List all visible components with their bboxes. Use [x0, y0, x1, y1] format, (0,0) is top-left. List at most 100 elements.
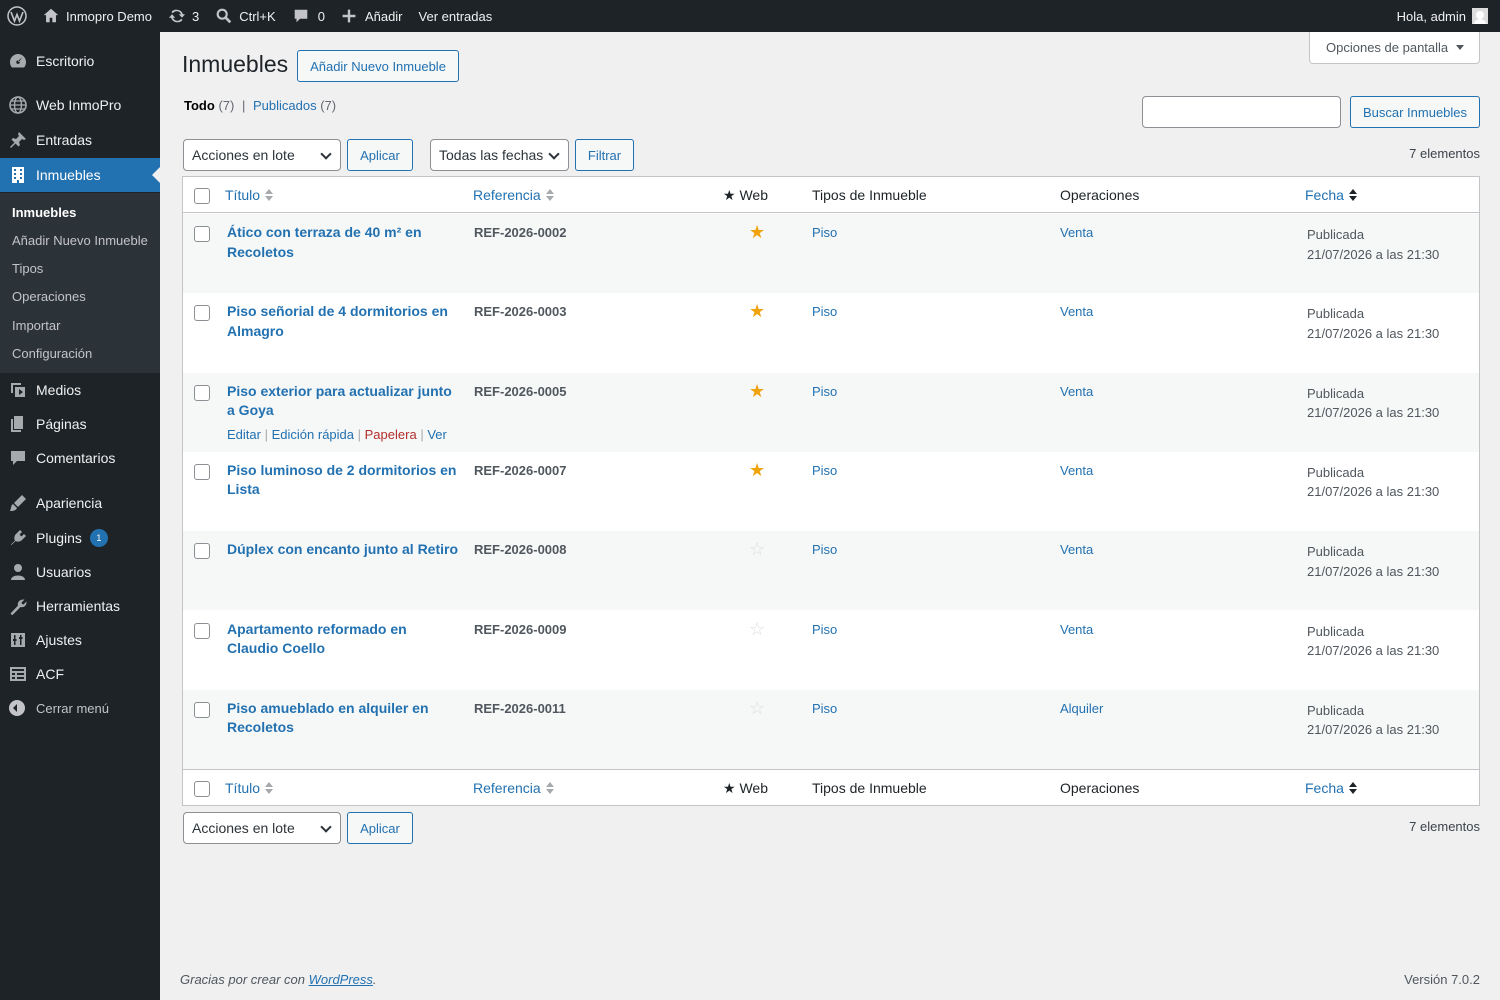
admin-bar: Inmopro Demo 3 Ctrl+K 0 Añadir Ver entra…: [0, 0, 1500, 32]
submenu-add-new[interactable]: Añadir Nuevo Inmueble: [12, 233, 148, 248]
collapse-menu-button[interactable]: Cerrar menú: [0, 691, 160, 725]
bulk-actions-value: Acciones en lote: [192, 820, 295, 836]
comments-link[interactable]: 0: [284, 0, 333, 32]
submenu-configuracion[interactable]: Configuración: [12, 346, 92, 361]
row-checkbox[interactable]: [194, 384, 210, 401]
submenu-tipos[interactable]: Tipos: [12, 261, 43, 276]
row-checkbox[interactable]: [194, 543, 210, 560]
column-date-footer[interactable]: Fecha: [1305, 780, 1357, 796]
menu-item-comentarios[interactable]: Comentarios: [0, 441, 160, 475]
row-title-link[interactable]: Piso señorial de 4 dormitorios en Almagr…: [227, 302, 459, 341]
footer-period: .: [372, 972, 377, 987]
row-title-link[interactable]: Apartamento reformado en Claudio Coello: [227, 620, 459, 659]
trash-link[interactable]: Papelera: [365, 427, 417, 442]
row-operation-link[interactable]: Venta: [1060, 304, 1093, 319]
search-input[interactable]: [1142, 96, 1341, 128]
submenu-importar[interactable]: Importar: [12, 318, 60, 333]
view-link[interactable]: Ver: [427, 427, 447, 442]
wordpress-link[interactable]: WordPress: [309, 972, 373, 987]
wordpress-logo-icon[interactable]: [0, 0, 34, 32]
menu-item-usuarios[interactable]: Usuarios: [0, 555, 160, 589]
menu-label: Páginas: [36, 416, 87, 432]
filter-all-link[interactable]: Todo: [184, 98, 215, 113]
apply-button-bottom[interactable]: Aplicar: [347, 812, 413, 844]
search-inmuebles-button[interactable]: Buscar Inmuebles: [1350, 96, 1480, 128]
bulk-actions-select-top[interactable]: Acciones en lote: [183, 139, 341, 171]
menu-item-web-inmopro[interactable]: Web InmoPro: [0, 88, 160, 122]
menu-label: Web InmoPro: [36, 97, 122, 113]
row-checkbox[interactable]: [194, 622, 210, 639]
row-type-link[interactable]: Piso: [812, 701, 837, 716]
updates-link[interactable]: 3: [160, 0, 207, 32]
submenu-inmuebles[interactable]: Inmuebles: [12, 205, 76, 220]
date-filter-select[interactable]: Todas las fechas: [430, 139, 569, 171]
unfeatured-star-icon[interactable]: ☆: [749, 620, 765, 638]
row-type-link[interactable]: Piso: [812, 384, 837, 399]
row-type-link[interactable]: Piso: [812, 225, 837, 240]
row-title-link[interactable]: Piso amueblado en alquiler en Recoletos: [227, 699, 459, 738]
menu-item-entradas[interactable]: Entradas: [0, 123, 160, 157]
view-posts-link[interactable]: Ver entradas: [411, 0, 501, 32]
apply-button-top[interactable]: Aplicar: [347, 139, 413, 171]
row-checkbox[interactable]: [194, 701, 210, 718]
row-operation-link[interactable]: Alquiler: [1060, 701, 1103, 716]
bulk-actions-select-bottom[interactable]: Acciones en lote: [183, 812, 341, 844]
menu-item-paginas[interactable]: Páginas: [0, 407, 160, 441]
site-name-link[interactable]: Inmopro Demo: [34, 0, 160, 32]
row-operation-link[interactable]: Venta: [1060, 225, 1093, 240]
menu-item-dashboard[interactable]: Escritorio: [0, 44, 160, 78]
row-operation-link[interactable]: Venta: [1060, 463, 1093, 478]
column-reference-footer[interactable]: Referencia: [473, 780, 554, 796]
submenu-operaciones[interactable]: Operaciones: [12, 289, 86, 304]
menu-item-plugins[interactable]: Plugins 1: [0, 521, 160, 555]
add-new-link[interactable]: Añadir: [333, 0, 411, 32]
filter-published-link[interactable]: Publicados: [253, 98, 317, 113]
menu-item-apariencia[interactable]: Apariencia: [0, 486, 160, 520]
featured-star-icon[interactable]: ★: [749, 461, 765, 479]
row-operation-link[interactable]: Venta: [1060, 622, 1093, 637]
row-type-link[interactable]: Piso: [812, 463, 837, 478]
row-title-link[interactable]: Ático con terraza de 40 m² en Recoletos: [227, 223, 459, 262]
edit-link[interactable]: Editar: [227, 427, 261, 442]
select-all-checkbox-bottom[interactable]: [194, 781, 210, 797]
column-date-header[interactable]: Fecha: [1305, 187, 1357, 203]
menu-label: Entradas: [36, 132, 93, 148]
select-all-checkbox[interactable]: [194, 188, 210, 204]
filter-button[interactable]: Filtrar: [575, 139, 634, 171]
featured-star-icon[interactable]: ★: [749, 223, 765, 241]
add-new-inmueble-button[interactable]: Añadir Nuevo Inmueble: [297, 50, 459, 82]
quick-edit-link[interactable]: Edición rápida: [272, 427, 354, 442]
column-title-footer[interactable]: Título: [225, 780, 274, 796]
featured-star-icon[interactable]: ★: [749, 302, 765, 320]
menu-item-herramientas[interactable]: Herramientas: [0, 589, 160, 623]
home-icon: [43, 8, 59, 23]
column-reference-header[interactable]: Referencia: [473, 187, 554, 203]
my-account-link[interactable]: Hola, admin: [1389, 0, 1500, 32]
row-reference: REF-2026-0005: [474, 383, 567, 399]
row-title-link[interactable]: Piso exterior para actualizar junto a Go…: [227, 382, 459, 421]
row-title-link[interactable]: Piso luminoso de 2 dormitorios en Lista: [227, 461, 459, 500]
menu-item-acf[interactable]: ACF: [0, 657, 160, 691]
screen-options-button[interactable]: Opciones de pantalla: [1309, 32, 1480, 64]
row-checkbox[interactable]: [194, 305, 210, 322]
menu-item-medios[interactable]: Medios: [0, 373, 160, 407]
column-title-header[interactable]: Título: [225, 187, 274, 203]
row-actions: Editar | Edición rápida | Papelera | Ver: [227, 427, 447, 442]
row-checkbox[interactable]: [194, 463, 210, 480]
row-type-link[interactable]: Piso: [812, 622, 837, 637]
column-label: Fecha: [1305, 780, 1344, 796]
unfeatured-star-icon[interactable]: ☆: [749, 699, 765, 717]
menu-item-ajustes[interactable]: Ajustes: [0, 623, 160, 657]
sort-icon: [265, 188, 274, 202]
row-title-link[interactable]: Dúplex con encanto junto al Retiro: [227, 540, 459, 560]
unfeatured-star-icon[interactable]: ☆: [749, 540, 765, 558]
menu-item-inmuebles[interactable]: Inmuebles: [0, 158, 160, 192]
row-type-link[interactable]: Piso: [812, 304, 837, 319]
command-search-link[interactable]: Ctrl+K: [207, 0, 283, 32]
table-row: Piso exterior para actualizar junto a Go…: [183, 372, 1479, 452]
row-operation-link[interactable]: Venta: [1060, 384, 1093, 399]
row-checkbox[interactable]: [194, 226, 210, 242]
featured-star-icon[interactable]: ★: [749, 382, 765, 400]
row-type-link[interactable]: Piso: [812, 542, 837, 557]
row-operation-link[interactable]: Venta: [1060, 542, 1093, 557]
